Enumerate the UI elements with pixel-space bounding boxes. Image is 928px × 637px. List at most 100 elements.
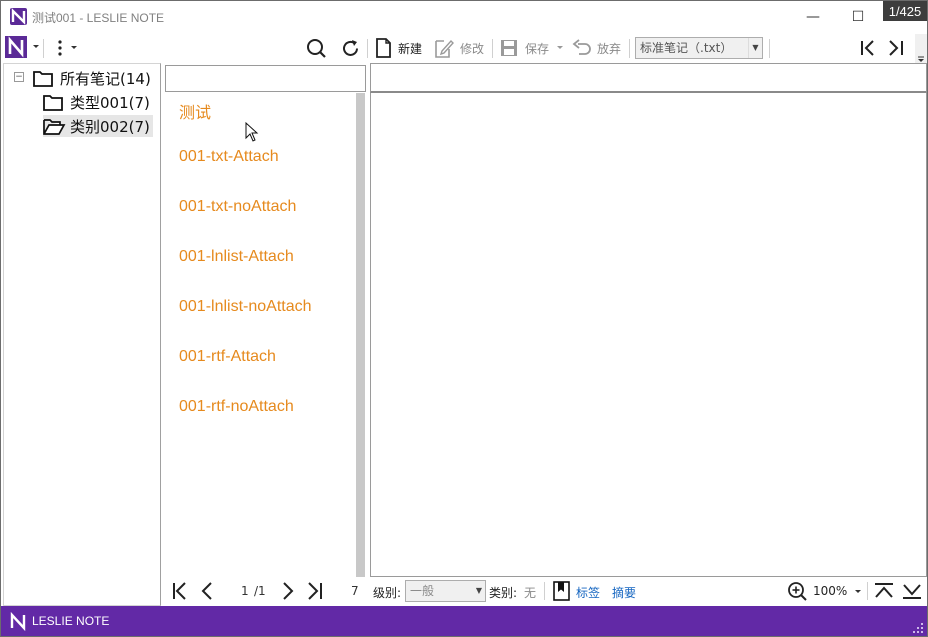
bookmark-icon[interactable] [553,581,570,601]
list-item[interactable]: 001-txt-noAttach [179,198,296,216]
summary-link[interactable]: 摘要 [612,584,636,601]
chevron-right-icon [283,582,294,600]
resize-grip-icon[interactable] [913,623,924,634]
first-note-button[interactable] [858,37,878,59]
save-disk-icon [501,40,517,56]
tree-node-all-notes[interactable]: 所有笔记(14) [33,67,151,89]
note-count: 7 [351,584,359,598]
brand-label: LESLIE NOTE [32,614,110,628]
toolbar-divider [629,39,630,58]
list-item[interactable]: 001-lnlist-Attach [179,248,294,266]
folder-icon [43,94,63,111]
chevron-down-icon [71,46,77,49]
discard-button[interactable]: 放弃 [572,37,621,59]
toolbar-divider [492,39,493,58]
refresh-icon [343,39,358,56]
window-title: 测试001 - LESLIE NOTE [32,11,165,25]
mouse-cursor-icon [245,121,259,142]
title-bar[interactable]: 测试001 - LESLIE NOTE — ☐ 1/425 [1,1,927,33]
chevron-down-icon: ▼ [748,38,762,58]
folder-icon [33,70,53,87]
list-item[interactable]: 001-rtf-noAttach [179,398,294,416]
app-logo-icon [10,611,26,632]
first-page-button[interactable] [170,581,190,601]
vertical-dots-icon [58,40,62,56]
level-select[interactable]: 一般 ▼ [405,580,486,602]
note-list[interactable]: 测试 001-txt-Attach 001-txt-noAttach 001-l… [161,93,369,577]
tree-node-type001[interactable]: 类型001(7) [43,91,150,113]
tree-node-label: 类型001(7) [70,93,150,112]
search-icon [307,38,326,58]
toolbar-overflow-button[interactable] [915,34,927,63]
list-item[interactable]: 测试 [179,99,211,123]
tree-node-label: 类别002(7) [70,117,150,136]
tree-node-label: 所有笔记(14) [60,69,151,88]
list-item[interactable]: 001-txt-Attach [179,148,279,166]
last-page-button[interactable] [305,581,325,601]
zoom-in-icon[interactable] [787,581,808,602]
new-document-icon [376,38,391,58]
category-tree[interactable]: − 所有笔记(14) 类型001(7) 类别002(7) [3,63,161,606]
app-menu-logo-icon [5,36,27,58]
list-item[interactable]: 001-rtf-Attach [179,348,276,366]
note-editor[interactable] [370,93,927,577]
note-list-scrollbar[interactable] [356,93,365,577]
new-note-button[interactable]: 新建 [375,37,422,59]
bar-divider [867,582,868,600]
tags-link[interactable]: 标签 [576,584,600,601]
refresh-button[interactable] [340,37,361,59]
scroll-to-bottom-icon[interactable] [901,581,923,601]
save-label: 保存 [525,41,550,56]
edit-document-icon [435,39,454,58]
note-properties-bar: 级别: 一般 ▼ 类别: 无 标签 摘要 100% [370,577,927,606]
chevron-left-icon [201,582,212,600]
save-button[interactable]: 保存 [500,37,564,59]
edit-note-label: 修改 [460,41,485,56]
note-format-select[interactable]: 标准笔记（.txt） ▼ [635,37,763,59]
minimize-button[interactable]: — [802,7,824,27]
skip-last-icon [308,582,322,600]
skip-first-icon [861,40,874,56]
scroll-to-top-icon[interactable] [873,581,895,601]
app-window: 测试001 - LESLIE NOTE — ☐ 1/425 新建 修改 保存 放… [0,0,928,637]
app-menu-button[interactable] [5,36,40,58]
skip-first-icon [173,582,186,600]
page-total: /1 [254,584,266,598]
status-bar: LESLIE NOTE [1,606,927,636]
next-page-button[interactable] [278,581,298,601]
note-title-field[interactable] [370,63,927,93]
bar-divider [544,582,545,600]
close-counter-badge[interactable]: 1/425 [883,1,927,21]
maximize-button[interactable]: ☐ [847,7,869,27]
page-current[interactable]: 1 [241,584,249,598]
zoom-level[interactable]: 100% [813,584,847,598]
chevron-down-icon: ▼ [475,586,483,595]
last-note-button[interactable] [886,37,906,59]
new-note-label: 新建 [398,41,423,56]
level-label: 级别: [373,586,402,600]
more-menu-button[interactable] [56,37,78,59]
category-value[interactable]: 无 [524,584,536,601]
note-format-value: 标准笔记（.txt） [640,41,733,55]
overflow-arrow-icon [918,56,924,62]
prev-page-button[interactable] [198,581,218,601]
toolbar-divider [769,39,770,58]
edit-note-button[interactable]: 修改 [434,37,484,59]
app-logo-icon [10,8,27,25]
category-label: 类别: [489,586,518,600]
collapse-icon[interactable]: − [14,72,24,82]
folder-open-icon [43,118,66,135]
toolbar-divider [367,39,368,58]
tree-node-category002[interactable]: 类别002(7) [43,115,153,137]
skip-last-icon [889,40,903,56]
note-search-input[interactable] [165,65,366,92]
toolbar-divider [43,39,44,58]
chevron-down-icon[interactable] [854,589,862,595]
main-toolbar: 新建 修改 保存 放弃 标准笔记（.txt） ▼ [1,33,927,63]
undo-icon [572,39,591,55]
search-button[interactable] [306,37,327,59]
list-item[interactable]: 001-lnlist-noAttach [179,298,312,316]
chevron-down-icon [557,46,564,49]
level-value: 一般 [410,584,435,598]
discard-label: 放弃 [597,41,622,56]
